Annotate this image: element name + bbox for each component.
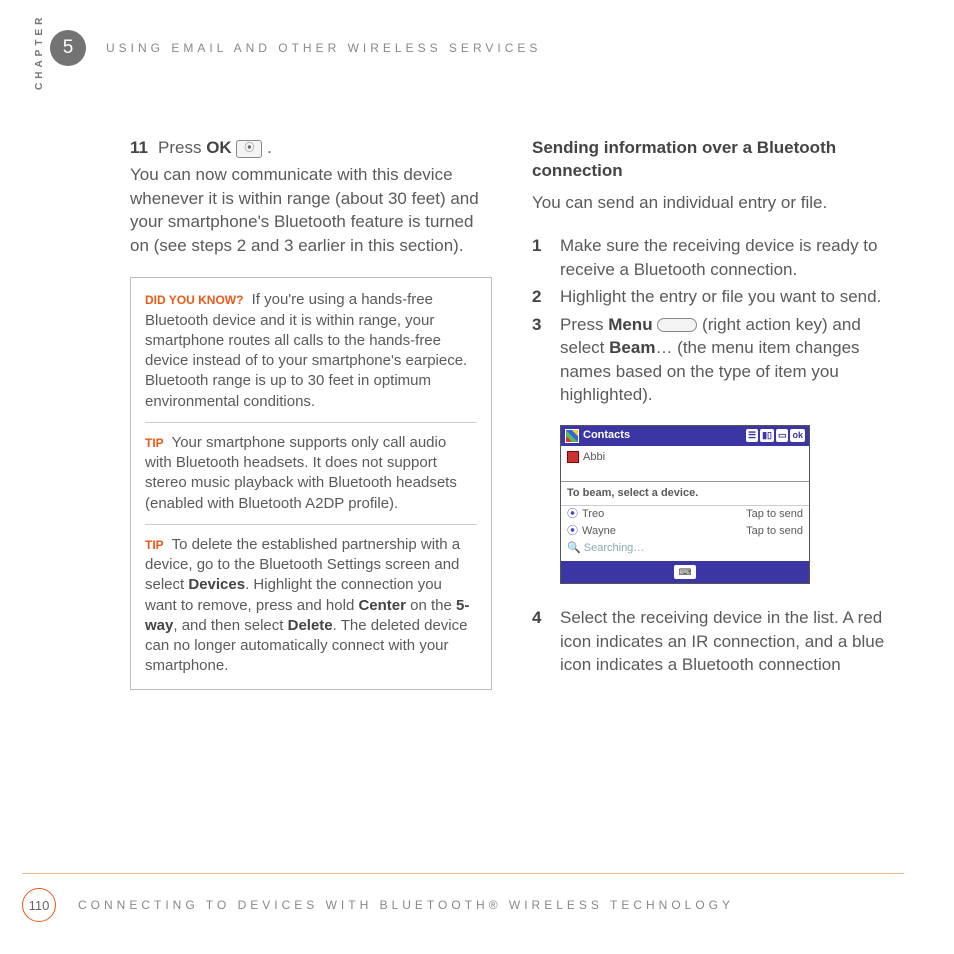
beam-target-action: Tap to send <box>746 507 803 522</box>
divider <box>145 524 477 525</box>
step-number: 3 <box>532 313 550 407</box>
step-body: Highlight the entry or file you want to … <box>560 285 894 308</box>
contact-name: Abbi <box>583 450 605 465</box>
s3-a: Press <box>560 315 608 334</box>
step-number: 1 <box>532 234 550 281</box>
step-body: Make sure the receiving device is ready … <box>560 234 894 281</box>
step-number: 11 <box>130 136 148 159</box>
ok-label: OK <box>206 138 232 157</box>
paragraph: You can now communicate with this device… <box>130 163 492 257</box>
contact-row: Abbi <box>567 450 803 465</box>
device-app-title: Contacts <box>583 428 742 443</box>
did-you-know-callout: DID YOU KNOW? If you're using a hands-fr… <box>145 290 477 412</box>
right-column: Sending information over a Bluetooth con… <box>532 136 894 690</box>
tip-callout: TIP To delete the established partnershi… <box>145 535 477 677</box>
page-number: 110 <box>22 888 56 922</box>
battery-icon: ▭ <box>776 429 789 441</box>
delete-bold: Delete <box>288 617 333 634</box>
chapter-vertical-label: CHAPTER <box>34 14 45 90</box>
callout-box: DID YOU KNOW? If you're using a hands-fr… <box>130 277 492 689</box>
tip-label: TIP <box>145 538 164 552</box>
menu-bold: Menu <box>608 315 652 334</box>
tip-label: TIP <box>145 436 164 450</box>
footer-section-title: CONNECTING TO DEVICES WITH BLUETOOTH® WI… <box>78 898 734 912</box>
contact-icon <box>567 451 579 463</box>
keyboard-icon: ⌨ <box>674 565 696 579</box>
beam-target-row: ⦿ Treo Tap to send <box>567 506 803 523</box>
bluetooth-icon: ⦿ <box>567 525 578 537</box>
step-2: 2 Highlight the entry or file you want t… <box>532 285 894 308</box>
did-you-know-text: If you're using a hands-free Bluetooth d… <box>145 291 467 409</box>
step-4: 4 Select the receiving device in the lis… <box>532 606 894 676</box>
step-11: 11 Press OK ⦿ . <box>130 136 492 159</box>
step-1: 1 Make sure the receiving device is read… <box>532 234 894 281</box>
tip-text-g: , and then select <box>173 617 287 634</box>
tip-callout: TIP Your smartphone supports only call a… <box>145 433 477 514</box>
chapter-number-badge: 5 <box>50 30 86 66</box>
step-body: Select the receiving device in the list.… <box>560 606 894 676</box>
left-column: 11 Press OK ⦿ . You can now communicate … <box>130 136 492 690</box>
windows-flag-icon <box>565 429 579 443</box>
step-3: 3 Press Menu (right action key) and sele… <box>532 313 894 407</box>
device-contacts-area: Abbi <box>561 446 809 482</box>
beam-target-name: Treo <box>582 508 604 520</box>
device-instruction: To beam, select a device. <box>561 482 809 506</box>
intro-paragraph: You can send an individual entry or file… <box>532 191 894 214</box>
ok-button-icon: ⦿ <box>236 140 262 158</box>
bluetooth-icon: ⦿ <box>567 508 578 520</box>
beam-target-row: ⦿ Wayne Tap to send <box>567 523 803 540</box>
searching-row: 🔍 Searching… <box>567 540 803 557</box>
device-titlebar: Contacts ☰ ▮▯ ▭ ok <box>561 426 809 446</box>
page-footer: 110 CONNECTING TO DEVICES WITH BLUETOOTH… <box>22 873 904 922</box>
chapter-title: USING EMAIL AND OTHER WIRELESS SERVICES <box>106 41 541 55</box>
step-body: Press OK ⦿ . <box>158 136 492 159</box>
center-bold: Center <box>358 597 406 614</box>
step-text: Press <box>158 138 206 157</box>
device-tray: ☰ ▮▯ ▭ ok <box>746 429 805 441</box>
step-number: 2 <box>532 285 550 308</box>
header-row: 5 USING EMAIL AND OTHER WIRELESS SERVICE… <box>50 30 904 66</box>
signal-icon: ▮▯ <box>760 429 774 441</box>
device-screenshot: Contacts ☰ ▮▯ ▭ ok Abbi To beam, select … <box>560 425 810 585</box>
tip-text-e: on the <box>406 597 456 614</box>
did-you-know-label: DID YOU KNOW? <box>145 293 243 307</box>
step-number: 4 <box>532 606 550 676</box>
beam-target-name: Wayne <box>582 525 616 537</box>
tip-text: Your smartphone supports only call audio… <box>145 434 457 512</box>
devices-bold: Devices <box>188 576 245 593</box>
beam-target-action: Tap to send <box>746 524 803 539</box>
searching-text: Searching… <box>584 542 645 554</box>
device-ok-button: ok <box>790 429 805 441</box>
device-softkey-bar: ⌨ <box>561 561 809 583</box>
device-beam-list: ⦿ Treo Tap to send ⦿ Wayne Tap to send 🔍 S… <box>561 506 809 562</box>
menu-key-icon <box>657 318 697 332</box>
search-icon: 🔍 <box>567 542 581 554</box>
section-subhead: Sending information over a Bluetooth con… <box>532 136 894 183</box>
step-body: Press Menu (right action key) and select… <box>560 313 894 407</box>
divider <box>145 422 477 423</box>
step-suffix: . <box>262 138 271 157</box>
tray-icon: ☰ <box>746 429 758 441</box>
beam-bold: Beam <box>609 338 655 357</box>
